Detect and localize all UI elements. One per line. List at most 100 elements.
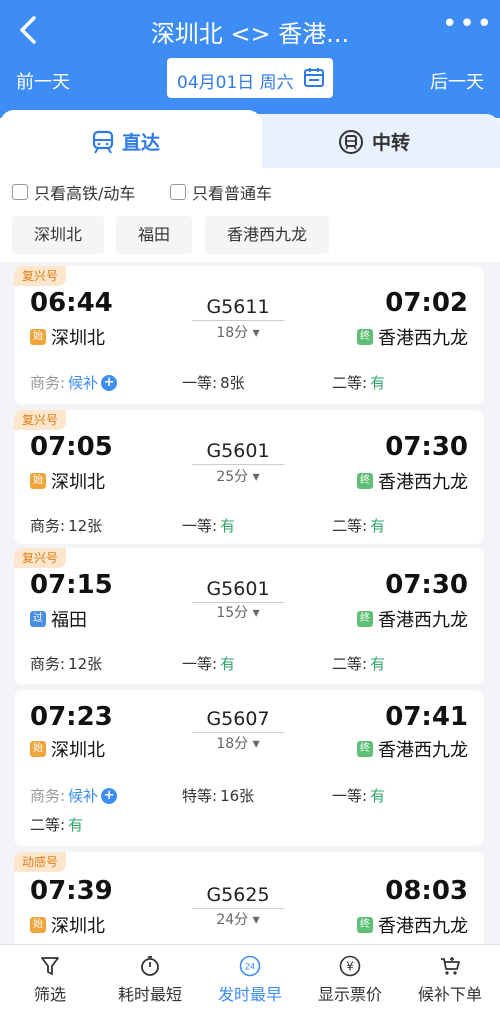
- duration[interactable]: 18分 ▾: [192, 322, 284, 342]
- train-card[interactable]: 动感号 07:39 G5625 24分 ▾ 08:03 始 深圳北 终 香港西九…: [14, 852, 484, 952]
- station-chip-hk-westkowloon[interactable]: 香港西九龙: [205, 216, 329, 254]
- duration-text: 25分: [216, 469, 249, 485]
- seat-value: 候补: [68, 374, 99, 392]
- arrival-time: 08:03: [385, 876, 468, 906]
- transfer-train-icon: [339, 129, 363, 154]
- seat-value: 有: [220, 517, 236, 535]
- duration-text: 18分: [216, 325, 249, 341]
- end-badge: 终: [357, 917, 373, 933]
- train-divider: [192, 320, 284, 321]
- departure-time: 07:39: [30, 876, 113, 906]
- clock-24-icon: 24: [239, 955, 261, 977]
- chevron-down-icon: ▾: [252, 912, 260, 928]
- seat-value: 有: [68, 816, 84, 834]
- departure-station: 始 深圳北: [30, 468, 105, 494]
- seat-second-class: 二等: 有: [332, 653, 385, 674]
- duration[interactable]: 18分 ▾: [192, 733, 284, 753]
- train-card[interactable]: 复兴号 07:15 G5601 15分 ▾ 07:30 过 福田 终 香港西九龙…: [14, 548, 484, 684]
- train-number: G5611: [206, 296, 270, 318]
- seat-business[interactable]: 商务: 候补 +: [30, 785, 118, 806]
- date-picker[interactable]: 04月01日 周六: [167, 58, 333, 98]
- seat-label: 商务:: [30, 374, 66, 392]
- train-card[interactable]: 复兴号 07:05 G5601 25分 ▾ 07:30 始 深圳北 终 香港西九…: [14, 410, 484, 544]
- seat-value: 8张: [220, 374, 245, 392]
- departure-station: 始 深圳北: [30, 324, 105, 350]
- sort-earliest-label: 发时最早: [217, 985, 282, 1004]
- duration[interactable]: 24分 ▾: [192, 909, 284, 929]
- arrival-station: 终 香港西九龙: [357, 912, 468, 938]
- funnel-icon: [41, 957, 59, 975]
- page-title: 深圳北 <> 香港...: [150, 20, 350, 48]
- seat-value: 有: [370, 374, 386, 392]
- arrival-station: 终 香港西九龙: [357, 468, 468, 494]
- back-arrow-icon[interactable]: [14, 12, 44, 48]
- sort-shortest-button[interactable]: 耗时最短: [100, 955, 200, 1005]
- seat-business: 商务: 12张: [30, 515, 102, 536]
- station-name: 深圳北: [51, 916, 105, 937]
- seat-value: 有: [370, 787, 386, 805]
- arrival-station: 终 香港西九龙: [357, 736, 468, 762]
- chevron-down-icon: ▾: [252, 736, 260, 752]
- seat-value: 12张: [68, 655, 103, 673]
- bottom-toolbar: 筛选 耗时最短 24 发时最早 ¥ 显示票价 候补下单: [0, 944, 500, 1024]
- sort-earliest-button[interactable]: 24 发时最早: [200, 955, 300, 1005]
- high-speed-only-checkbox[interactable]: 只看高铁/动车: [12, 180, 135, 204]
- train-card[interactable]: 07:23 G5607 18分 ▾ 07:41 始 深圳北 终 香港西九龙 商务…: [14, 690, 484, 846]
- arrival-time: 07:02: [385, 288, 468, 318]
- seat-label: 二等:: [332, 374, 368, 392]
- cart-icon: [441, 957, 460, 975]
- add-waitlist-icon[interactable]: +: [101, 374, 118, 391]
- seat-label: 商务:: [30, 655, 66, 673]
- yuan-icon: ¥: [339, 955, 361, 977]
- next-day-button[interactable]: 后一天: [430, 68, 484, 94]
- seat-first-class: 一等: 有: [332, 785, 385, 806]
- seat-business[interactable]: 商务: 候补 +: [30, 372, 118, 393]
- train-type-tag: 复兴号: [14, 410, 67, 430]
- show-price-button[interactable]: ¥ 显示票价: [300, 955, 400, 1005]
- chevron-down-icon: ▾: [252, 469, 260, 485]
- station-name: 香港西九龙: [378, 472, 468, 493]
- tab-transfer[interactable]: 中转: [250, 114, 500, 168]
- departure-station: 始 深圳北: [30, 912, 105, 938]
- date-text: 04月01日 周六: [177, 73, 294, 93]
- waitlist-order-button[interactable]: 候补下单: [400, 955, 500, 1005]
- filter-button[interactable]: 筛选: [0, 955, 100, 1005]
- yuan-icon-text: ¥: [346, 960, 354, 974]
- seat-label: 一等:: [182, 374, 218, 392]
- waitlist-order-label: 候补下单: [417, 985, 482, 1004]
- clock-24-text: 24: [245, 962, 255, 972]
- more-options-icon[interactable]: •••: [442, 11, 492, 44]
- departure-time: 07:05: [30, 432, 113, 462]
- sort-shortest-label: 耗时最短: [117, 985, 182, 1004]
- add-waitlist-icon[interactable]: +: [101, 787, 118, 804]
- show-price-label: 显示票价: [317, 985, 382, 1004]
- seat-value: 有: [370, 655, 386, 673]
- station-name: 香港西九龙: [378, 328, 468, 349]
- station-chip-futian[interactable]: 福田: [116, 216, 192, 254]
- station-chip-shenzhenbei[interactable]: 深圳北: [12, 216, 104, 254]
- prev-day-button[interactable]: 前一天: [16, 68, 70, 94]
- train-card[interactable]: 复兴号 06:44 G5611 18分 ▾ 07:02 始 深圳北 终 香港西九…: [14, 266, 484, 404]
- train-icon: [92, 130, 114, 154]
- tab-direct[interactable]: 直达: [0, 110, 262, 168]
- duration[interactable]: 15分 ▾: [192, 602, 284, 622]
- station-name: 福田: [51, 610, 87, 631]
- station-name: 深圳北: [51, 740, 105, 761]
- seat-label: 一等:: [182, 655, 218, 673]
- normal-only-checkbox[interactable]: 只看普通车: [170, 180, 272, 204]
- seat-second-class: 二等: 有: [332, 372, 385, 393]
- tab-direct-label: 直达: [122, 132, 161, 154]
- seat-label: 二等:: [332, 655, 368, 673]
- route-type-tabs: 中转 直达: [0, 110, 500, 168]
- calendar-icon: [304, 68, 324, 87]
- seat-label: 一等:: [182, 517, 218, 535]
- checkbox-label: 只看普通车: [192, 184, 273, 203]
- train-type-tag: 动感号: [14, 852, 67, 872]
- arrival-time: 07:30: [385, 570, 468, 600]
- duration[interactable]: 25分 ▾: [192, 466, 284, 486]
- train-number: G5607: [206, 708, 270, 730]
- arrival-station: 终 香港西九龙: [357, 324, 468, 350]
- seat-label: 商务:: [30, 517, 66, 535]
- duration-text: 18分: [216, 736, 249, 752]
- pass-badge: 过: [30, 611, 46, 627]
